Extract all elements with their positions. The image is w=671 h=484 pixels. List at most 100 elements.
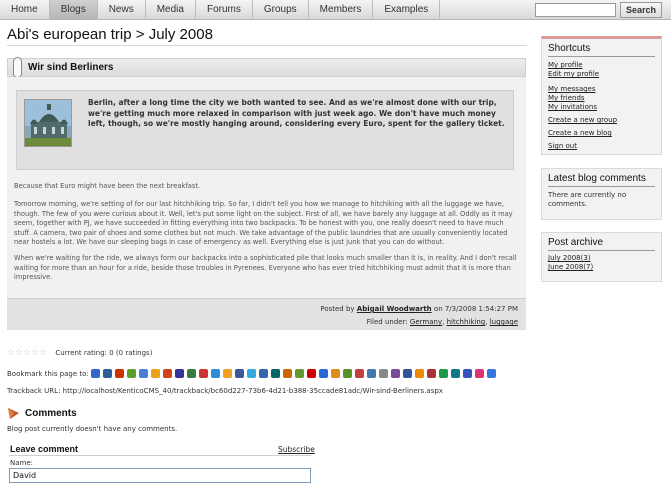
mixx-icon[interactable] (330, 369, 340, 378)
feedmelinks-icon[interactable] (426, 369, 436, 378)
magnolia-icon[interactable] (210, 369, 220, 378)
backflip-icon[interactable] (378, 369, 388, 378)
subscribe-link[interactable]: Subscribe (278, 445, 315, 454)
post-paragraph: Because that Euro might have been the ne… (14, 182, 201, 190)
tab-blogs[interactable]: Blogs (49, 0, 98, 20)
bookmark-row: Bookmark this page to: (7, 368, 499, 379)
filed-under-line: Filed under: Germany, hitchhiking, lugga… (366, 318, 518, 326)
diigo-icon[interactable] (318, 369, 328, 378)
no-comments-text: Blog post currently doesn't have any com… (7, 425, 178, 433)
segnalo-icon[interactable] (462, 369, 472, 378)
cathedral-image (25, 100, 71, 146)
my-invitations-link[interactable]: My invitations (548, 103, 597, 111)
google-icon[interactable] (486, 369, 496, 378)
post-footer: Posted by Abigail Woodwarth on 7/3/2008 … (7, 298, 526, 330)
netscape-icon[interactable] (450, 369, 460, 378)
post-archive-title: Post archive (548, 237, 655, 251)
connotea-icon[interactable] (402, 369, 412, 378)
spurl-icon[interactable] (366, 369, 376, 378)
search-button[interactable]: Search (620, 2, 662, 18)
latest-comments-title: Latest blog comments (548, 173, 655, 187)
reddit-icon[interactable] (114, 369, 124, 378)
netvouz-icon[interactable] (342, 369, 352, 378)
post-summary-box: Berlin, after a long time the city we bo… (16, 90, 514, 170)
blogmarks-icon[interactable] (390, 369, 400, 378)
my-messages-link[interactable]: My messages (548, 85, 596, 93)
tag-link[interactable]: Germany (410, 318, 442, 326)
shortcuts-panel: Shortcuts My profile Edit my profile My … (541, 36, 662, 155)
latest-comments-text: There are currently no comments. (548, 191, 627, 208)
tag-link[interactable]: hitchhiking (447, 318, 486, 326)
post-paragraph: Tomorrow morning, we're setting of for o… (14, 200, 513, 246)
create-group-link[interactable]: Create a new group (548, 116, 617, 124)
blinklist-icon[interactable] (222, 369, 232, 378)
filed-under-label: Filed under: (366, 318, 408, 326)
stumbleupon-icon[interactable] (174, 369, 184, 378)
furl-icon[interactable] (198, 369, 208, 378)
tab-home[interactable]: Home (0, 0, 50, 20)
google-bookmarks-icon[interactable] (138, 369, 148, 378)
comment-form-divider (9, 455, 311, 456)
twitter-icon[interactable] (246, 369, 256, 378)
search-input[interactable] (535, 3, 616, 17)
slashdot-icon[interactable] (270, 369, 280, 378)
facebook-icon[interactable] (234, 369, 244, 378)
posted-by-prefix: Posted by (320, 305, 355, 313)
comments-title: Comments (25, 407, 77, 419)
berlin-cathedral-thumbnail[interactable] (24, 99, 72, 147)
tab-examples[interactable]: Examples (373, 0, 441, 20)
rating-star-icon[interactable]: ☆ (23, 348, 31, 358)
rating-star-icon[interactable]: ☆ (7, 348, 15, 358)
archive-link-july-2008[interactable]: July 2008(3) (548, 254, 591, 262)
trackback-url: Trackback URL: http://localhost/KenticoC… (7, 387, 443, 395)
edit-my-profile-link[interactable]: Edit my profile (548, 70, 599, 78)
dzone-icon[interactable] (414, 369, 424, 378)
digg-icon[interactable] (102, 369, 112, 378)
linkagogo-icon[interactable] (438, 369, 448, 378)
rating-star-icon[interactable]: ☆ (39, 348, 47, 358)
post-body: Berlin, after a long time the city we bo… (7, 77, 526, 330)
shortcuts-title: Shortcuts (548, 43, 655, 57)
bookmark-icons (90, 369, 499, 378)
latest-comments-panel: Latest blog comments There are currently… (541, 168, 662, 220)
fark-icon[interactable] (294, 369, 304, 378)
post-archive-panel: Post archive July 2008(3) June 2008(7) (541, 232, 662, 282)
create-blog-link[interactable]: Create a new blog (548, 129, 612, 137)
posted-date: on 7/3/2008 1:54:27 PM (433, 305, 518, 313)
tab-media[interactable]: Media (146, 0, 196, 20)
technorati-icon[interactable] (126, 369, 136, 378)
archive-link-june-2008[interactable]: June 2008(7) (548, 263, 593, 271)
tab-news[interactable]: News (98, 0, 146, 20)
top-navigation-bar: Home Blogs News Media Forums Groups Memb… (0, 0, 671, 20)
sign-out-link[interactable]: Sign out (548, 142, 577, 150)
rating-row: ☆ ☆ ☆ ☆ ☆ Current rating: 0 (0 ratings) (7, 348, 152, 358)
tag-link[interactable]: luggage (490, 318, 518, 326)
tab-members[interactable]: Members (309, 0, 374, 20)
comments-icon (8, 407, 19, 419)
tab-forums[interactable]: Forums (196, 0, 253, 20)
rating-text: Current rating: 0 (0 ratings) (55, 349, 153, 357)
author-link[interactable]: Abigail Woodwarth (357, 305, 432, 313)
my-profile-link[interactable]: My profile (548, 61, 583, 69)
rating-star-icon[interactable]: ☆ (31, 348, 39, 358)
name-input[interactable] (9, 468, 311, 483)
my-friends-link[interactable]: My friends (548, 94, 585, 102)
delicious-icon[interactable] (90, 369, 100, 378)
rating-star-icon[interactable]: ☆ (15, 348, 23, 358)
yahoo-icon[interactable] (150, 369, 160, 378)
post-header-tab-icon (13, 57, 22, 78)
name-label: Name: (10, 459, 34, 467)
myspace-icon[interactable] (258, 369, 268, 378)
yahoo-myweb-icon[interactable] (474, 369, 484, 378)
page-title: Abi's european trip > July 2008 (7, 26, 213, 43)
tab-groups[interactable]: Groups (253, 0, 309, 20)
post-summary: Berlin, after a long time the city we bo… (88, 98, 505, 128)
live-icon[interactable] (162, 369, 172, 378)
posted-by-line: Posted by Abigail Woodwarth on 7/3/2008 … (320, 305, 518, 313)
simpy-icon[interactable] (354, 369, 364, 378)
propeller-icon[interactable] (282, 369, 292, 378)
comments-header: Comments (7, 406, 77, 420)
newsvine-icon[interactable] (186, 369, 196, 378)
leave-comment-title: Leave comment (10, 444, 79, 454)
ask-icon[interactable] (306, 369, 316, 378)
